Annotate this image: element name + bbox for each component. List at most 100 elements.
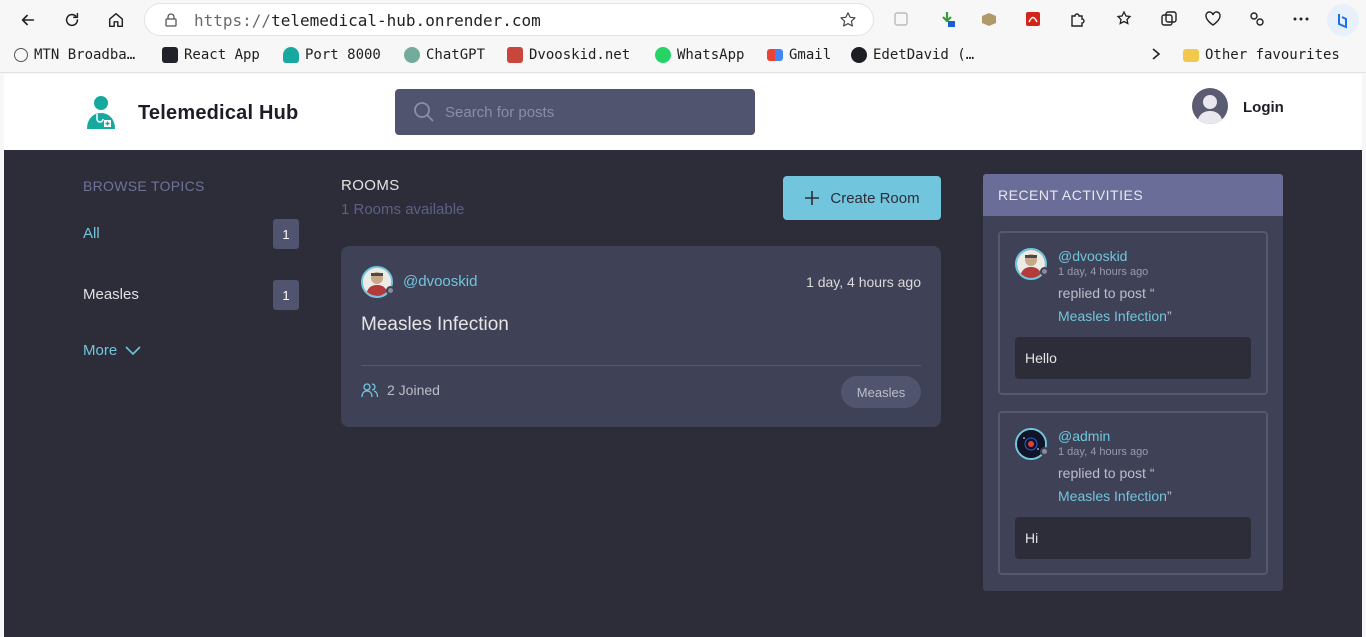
activity-card: @admin 1 day, 4 hours ago replied to pos… bbox=[998, 411, 1268, 575]
room-participants[interactable]: 2 Joined bbox=[361, 382, 440, 398]
bookmark-label: ChatGPT bbox=[426, 47, 486, 63]
copilot-icon[interactable] bbox=[1327, 4, 1359, 36]
user-avatar-icon[interactable] bbox=[1192, 88, 1228, 124]
offline-status-dot bbox=[1040, 267, 1049, 276]
github-icon bbox=[851, 47, 867, 63]
plus-icon bbox=[805, 191, 820, 205]
favorite-star-icon[interactable] bbox=[839, 11, 857, 29]
activity-message: Hi bbox=[1015, 517, 1251, 559]
chatgpt-icon bbox=[404, 47, 420, 63]
more-menu-icon[interactable] bbox=[1290, 8, 1312, 30]
activity-post-line: Measles Infection” bbox=[1058, 308, 1172, 324]
offline-status-dot bbox=[1040, 447, 1049, 456]
bookmark-label: Other favourites bbox=[1205, 47, 1340, 63]
refresh-button[interactable] bbox=[58, 6, 86, 34]
topic-count-badge: 1 bbox=[273, 219, 299, 249]
activity-action: replied to post “ bbox=[1058, 285, 1155, 301]
activity-post-link[interactable]: Measles Infection bbox=[1058, 308, 1167, 324]
react-icon bbox=[162, 47, 178, 63]
other-favourites-folder[interactable]: Other favourites bbox=[1183, 47, 1340, 63]
activity-timestamp: 1 day, 4 hours ago bbox=[1058, 266, 1149, 278]
address-bar[interactable]: https://telemedical-hub.onrender.com bbox=[144, 3, 874, 36]
home-button[interactable] bbox=[102, 6, 130, 34]
url-scheme: https:// bbox=[194, 11, 272, 30]
search-input[interactable] bbox=[445, 89, 745, 135]
login-link[interactable]: Login bbox=[1243, 99, 1284, 116]
refresh-icon bbox=[65, 12, 79, 27]
gmail-icon bbox=[767, 49, 783, 61]
bookmark-chatgpt[interactable]: ChatGPT bbox=[404, 47, 485, 63]
create-room-button[interactable]: Create Room bbox=[783, 176, 941, 220]
activities-title: RECENT ACTIVITIES bbox=[998, 187, 1144, 203]
activity-close-quote: ” bbox=[1166, 308, 1172, 324]
bookmark-react-app[interactable]: React App bbox=[162, 47, 260, 63]
room-timestamp: 1 day, 4 hours ago bbox=[806, 274, 921, 290]
activity-message-text: Hi bbox=[1025, 530, 1039, 546]
rooms-title: ROOMS bbox=[341, 177, 400, 194]
bookmark-label: React App bbox=[184, 47, 260, 63]
activity-timestamp: 1 day, 4 hours ago bbox=[1058, 446, 1149, 458]
search-icon bbox=[414, 102, 434, 122]
url-host: telemedical-hub.onrender.com bbox=[271, 11, 541, 30]
activity-post-link[interactable]: Measles Infection bbox=[1058, 488, 1167, 504]
doctor-logo-icon[interactable] bbox=[84, 94, 118, 130]
activity-action: replied to post “ bbox=[1058, 465, 1155, 481]
bookmark-label: Dvooskid.net bbox=[529, 47, 631, 63]
bookmark-label: EdetDavid (… bbox=[873, 47, 975, 63]
activity-username[interactable]: @dvooskid bbox=[1058, 248, 1127, 264]
bookmark-port-8000[interactable]: Port 8000 bbox=[283, 47, 381, 63]
activity-message-text: Hello bbox=[1025, 350, 1057, 366]
home-icon bbox=[108, 12, 124, 28]
room-host-username[interactable]: @dvooskid bbox=[403, 273, 477, 290]
more-topics-button[interactable]: More bbox=[83, 342, 141, 359]
bookmark-whatsapp[interactable]: WhatsApp bbox=[655, 47, 744, 63]
page: Telemedical Hub Login BROWSE TOPICS All … bbox=[4, 74, 1362, 637]
rooms-count: 1 Rooms available bbox=[341, 201, 465, 218]
extensions-puzzle-icon[interactable] bbox=[1066, 8, 1088, 30]
activities-header: RECENT ACTIVITIES bbox=[983, 174, 1283, 216]
extension-pdf-icon[interactable] bbox=[1022, 8, 1044, 30]
room-title-link[interactable]: Measles Infection bbox=[361, 314, 509, 336]
bookmarks-overflow-chevron-icon[interactable] bbox=[1150, 47, 1162, 61]
browser-toolbar: https://telemedical-hub.onrender.com bbox=[0, 0, 1366, 40]
activity-post-line: Measles Infection” bbox=[1058, 488, 1172, 504]
bookmark-github[interactable]: EdetDavid (… bbox=[851, 47, 974, 63]
joined-count: 2 Joined bbox=[387, 382, 440, 398]
extension-download-icon[interactable] bbox=[936, 8, 958, 30]
bookmark-label: MTN Broadba… bbox=[34, 47, 136, 63]
favorites-icon[interactable] bbox=[1114, 8, 1136, 30]
more-label: More bbox=[83, 342, 118, 359]
whatsapp-icon bbox=[655, 47, 671, 63]
offline-status-dot bbox=[386, 286, 395, 295]
bookmark-label: WhatsApp bbox=[677, 47, 745, 63]
site-header: Telemedical Hub Login bbox=[4, 74, 1362, 150]
back-button[interactable] bbox=[14, 6, 42, 34]
topic-item-all[interactable]: All 1 bbox=[83, 219, 299, 249]
room-card[interactable]: @dvooskid 1 day, 4 hours ago Measles Inf… bbox=[341, 246, 941, 427]
topic-count-badge: 1 bbox=[273, 280, 299, 310]
bookmark-label: Port 8000 bbox=[305, 47, 381, 63]
create-room-label: Create Room bbox=[830, 189, 920, 207]
activity-message: Hello bbox=[1015, 337, 1251, 379]
topic-item-measles[interactable]: Measles 1 bbox=[83, 280, 299, 310]
collections-icon[interactable] bbox=[1158, 8, 1180, 30]
activity-username[interactable]: @admin bbox=[1058, 428, 1110, 444]
bookmark-gmail[interactable]: Gmail bbox=[767, 47, 831, 63]
divider bbox=[361, 365, 921, 366]
dvooskid-icon bbox=[507, 47, 523, 63]
extension-grid-icon[interactable] bbox=[890, 8, 912, 30]
topic-label: Measles bbox=[83, 286, 139, 303]
bookmark-mtn[interactable]: MTN Broadba… bbox=[14, 47, 135, 63]
folder-icon bbox=[1183, 48, 1199, 62]
profile-sync-icon[interactable] bbox=[1246, 8, 1268, 30]
url-text: https://telemedical-hub.onrender.com bbox=[194, 11, 541, 30]
extension-box-icon[interactable] bbox=[978, 8, 1000, 30]
room-topic-tag[interactable]: Measles bbox=[841, 376, 921, 408]
users-icon bbox=[361, 383, 379, 398]
back-arrow-icon bbox=[21, 14, 35, 26]
bookmark-dvooskid[interactable]: Dvooskid.net bbox=[507, 47, 630, 63]
search-box bbox=[395, 89, 755, 135]
health-icon[interactable] bbox=[1202, 8, 1224, 30]
brand-title[interactable]: Telemedical Hub bbox=[138, 102, 298, 125]
globe-icon bbox=[14, 48, 28, 62]
